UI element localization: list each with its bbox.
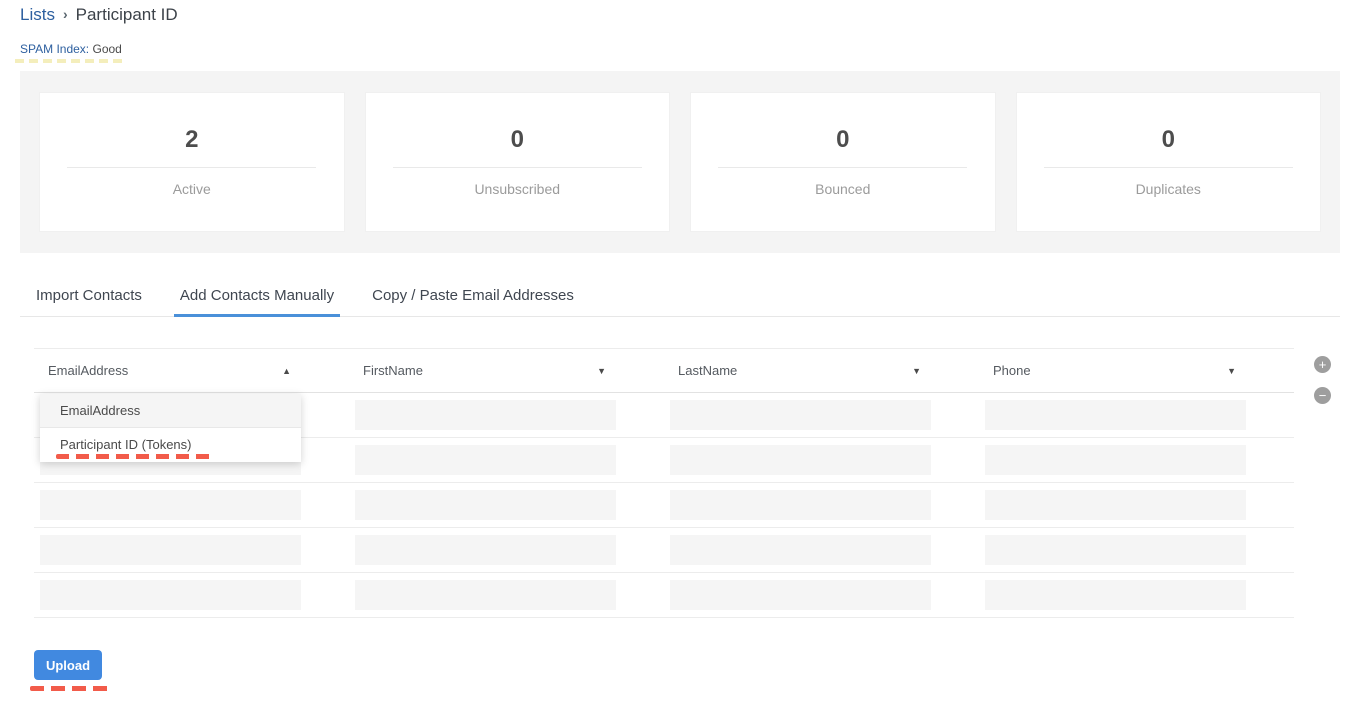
stat-card-bounced: 0 Bounced bbox=[690, 92, 996, 232]
table-cell bbox=[349, 535, 664, 565]
column-label: LastName bbox=[678, 363, 737, 378]
chevron-down-icon: ▼ bbox=[1227, 366, 1236, 376]
tab-copy-paste-email-addresses[interactable]: Copy / Paste Email Addresses bbox=[366, 281, 580, 317]
column-select-firstname[interactable]: FirstName ▼ bbox=[349, 363, 664, 378]
stat-card-unsubscribed: 0 Unsubscribed bbox=[365, 92, 671, 232]
dropdown-option-emailaddress[interactable]: EmailAddress bbox=[40, 394, 301, 428]
column-label: Phone bbox=[993, 363, 1031, 378]
contact-input-firstname[interactable] bbox=[355, 580, 616, 610]
tab-import-contacts[interactable]: Import Contacts bbox=[30, 281, 148, 317]
chevron-down-icon: ▼ bbox=[597, 366, 606, 376]
stat-value: 0 bbox=[366, 126, 670, 154]
chevron-down-icon: ▼ bbox=[912, 366, 921, 376]
chevron-up-icon: ▲ bbox=[282, 366, 291, 376]
add-row-button[interactable]: + bbox=[1314, 356, 1331, 373]
table-cell bbox=[664, 490, 979, 520]
stat-card-active: 2 Active bbox=[39, 92, 345, 232]
contact-input-firstname[interactable] bbox=[355, 535, 616, 565]
contact-input-firstname[interactable] bbox=[355, 490, 616, 520]
contact-input-emailaddress[interactable] bbox=[40, 535, 301, 565]
dropdown-option-annotation-underline bbox=[56, 454, 216, 459]
spam-index-annotation-underline bbox=[15, 59, 123, 63]
column-label: FirstName bbox=[363, 363, 423, 378]
column-label: EmailAddress bbox=[48, 363, 128, 378]
table-cell bbox=[664, 445, 979, 475]
stat-divider bbox=[1044, 167, 1293, 168]
table-cell bbox=[34, 580, 349, 610]
contact-grid: EmailAddress ▲ FirstName ▼ LastName ▼ Ph… bbox=[34, 348, 1294, 618]
table-cell bbox=[34, 490, 349, 520]
column-select-emailaddress[interactable]: EmailAddress ▲ bbox=[34, 363, 349, 378]
contact-grid-header: EmailAddress ▲ FirstName ▼ LastName ▼ Ph… bbox=[34, 348, 1294, 393]
page-title: Participant ID bbox=[76, 5, 178, 25]
remove-row-button[interactable]: − bbox=[1314, 387, 1331, 404]
stat-divider bbox=[393, 167, 642, 168]
contact-input-firstname[interactable] bbox=[355, 400, 616, 430]
contact-input-phone[interactable] bbox=[985, 580, 1246, 610]
contact-input-lastname[interactable] bbox=[670, 580, 931, 610]
upload-button[interactable]: Upload bbox=[34, 650, 102, 680]
contact-input-lastname[interactable] bbox=[670, 400, 931, 430]
contact-input-phone[interactable] bbox=[985, 490, 1246, 520]
stat-label: Active bbox=[40, 181, 344, 197]
contact-input-phone[interactable] bbox=[985, 535, 1246, 565]
table-cell bbox=[664, 580, 979, 610]
dropdown-option-label: Participant ID (Tokens) bbox=[60, 437, 192, 452]
stat-label: Bounced bbox=[691, 181, 995, 197]
table-cell bbox=[349, 445, 664, 475]
stats-panel: 2 Active 0 Unsubscribed 0 Bounced 0 Dupl… bbox=[20, 71, 1340, 253]
contact-input-lastname[interactable] bbox=[670, 535, 931, 565]
tab-add-contacts-manually[interactable]: Add Contacts Manually bbox=[174, 281, 340, 317]
table-cell bbox=[979, 445, 1294, 475]
contact-input-phone[interactable] bbox=[985, 445, 1246, 475]
stat-label: Unsubscribed bbox=[366, 181, 670, 197]
upload-annotation-underline bbox=[30, 686, 110, 691]
table-row bbox=[34, 528, 1294, 573]
table-cell bbox=[979, 490, 1294, 520]
column-select-phone[interactable]: Phone ▼ bbox=[979, 363, 1294, 378]
stat-value: 0 bbox=[691, 126, 995, 154]
table-cell bbox=[664, 400, 979, 430]
table-cell bbox=[979, 580, 1294, 610]
stat-divider bbox=[718, 167, 967, 168]
table-cell bbox=[349, 490, 664, 520]
breadcrumb-chevron-icon: › bbox=[63, 6, 68, 22]
stat-divider bbox=[67, 167, 316, 168]
stat-value: 2 bbox=[40, 126, 344, 154]
dropdown-option-participant-id-tokens[interactable]: Participant ID (Tokens) bbox=[40, 428, 301, 462]
column-dropdown-menu: EmailAddress Participant ID (Tokens) bbox=[40, 394, 301, 462]
breadcrumb: Lists › Participant ID bbox=[20, 5, 1360, 25]
contact-input-emailaddress[interactable] bbox=[40, 580, 301, 610]
spam-index: SPAM Index: Good bbox=[20, 42, 1360, 56]
table-cell bbox=[664, 535, 979, 565]
table-row bbox=[34, 573, 1294, 618]
contact-input-lastname[interactable] bbox=[670, 490, 931, 520]
stat-value: 0 bbox=[1017, 126, 1321, 154]
table-cell bbox=[349, 580, 664, 610]
table-cell bbox=[34, 535, 349, 565]
contact-input-firstname[interactable] bbox=[355, 445, 616, 475]
table-row bbox=[34, 483, 1294, 528]
stat-card-duplicates: 0 Duplicates bbox=[1016, 92, 1322, 232]
spam-index-label: SPAM Index: bbox=[20, 42, 89, 56]
table-cell bbox=[349, 400, 664, 430]
table-cell bbox=[979, 535, 1294, 565]
spam-index-value: Good bbox=[92, 42, 121, 56]
stat-label: Duplicates bbox=[1017, 181, 1321, 197]
contact-input-phone[interactable] bbox=[985, 400, 1246, 430]
contact-input-lastname[interactable] bbox=[670, 445, 931, 475]
contact-input-emailaddress[interactable] bbox=[40, 490, 301, 520]
table-cell bbox=[979, 400, 1294, 430]
tab-bar: Import Contacts Add Contacts Manually Co… bbox=[20, 281, 1340, 317]
column-select-lastname[interactable]: LastName ▼ bbox=[664, 363, 979, 378]
breadcrumb-lists-link[interactable]: Lists bbox=[20, 5, 55, 25]
